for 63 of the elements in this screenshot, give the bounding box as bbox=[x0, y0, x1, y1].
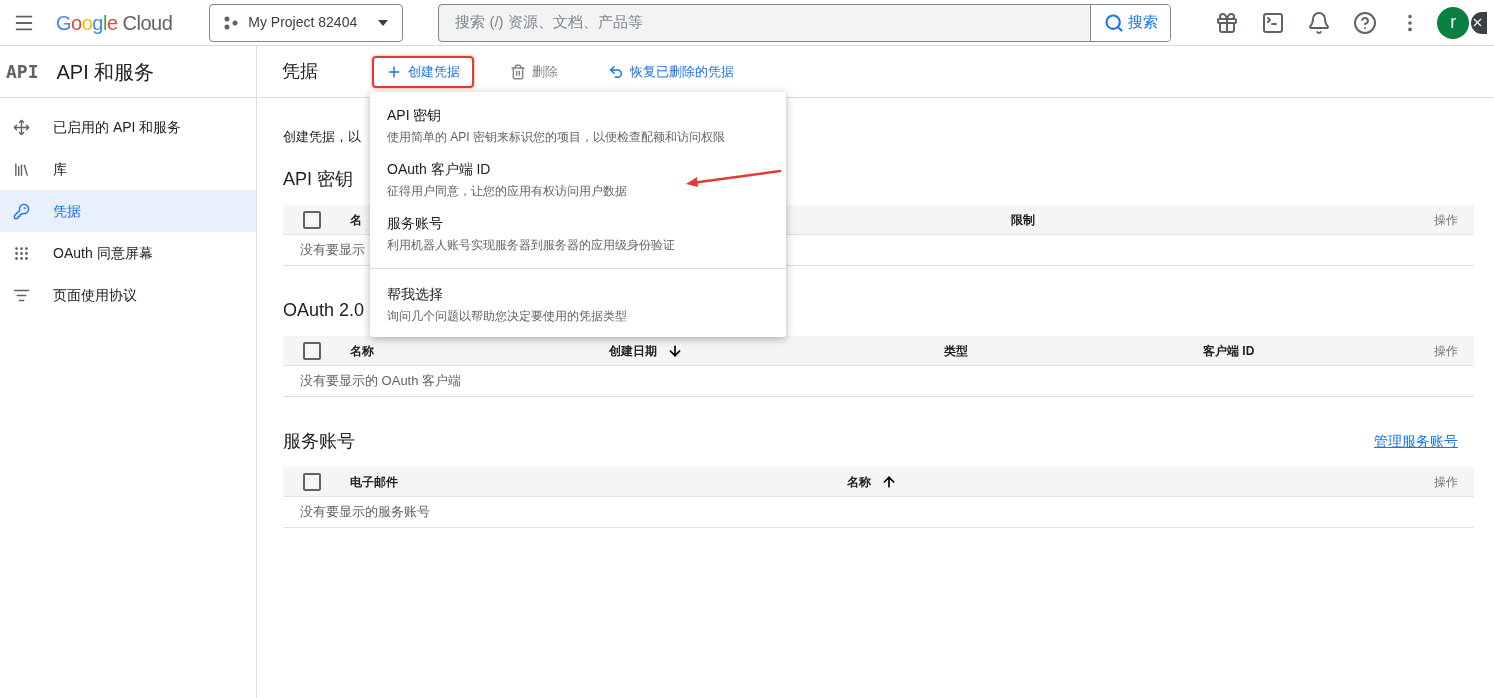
grid-dots-icon bbox=[13, 244, 30, 262]
search-button[interactable]: 搜索 bbox=[1090, 4, 1171, 41]
menu-item[interactable]: 服务账号 利用机器人账号实现服务器到服务器的应用级身份验证 bbox=[370, 206, 786, 260]
menu-item[interactable]: 帮我选择 询问几个问题以帮助您决定要使用的凭据类型 bbox=[370, 277, 786, 331]
gift-icon[interactable] bbox=[1215, 10, 1240, 35]
column-header: 电子邮件 bbox=[350, 473, 398, 491]
help-icon[interactable] bbox=[1353, 10, 1378, 35]
column-header: 名称 bbox=[350, 342, 374, 360]
column-header: 客户端 ID bbox=[1203, 342, 1255, 360]
menu-item-description: 征得用户同意，让您的应用有权访问用户数据 bbox=[387, 182, 627, 200]
column-header: 限制 bbox=[1011, 211, 1035, 229]
column-header[interactable]: 名称 bbox=[847, 472, 871, 491]
select-all-checkbox[interactable] bbox=[303, 210, 321, 229]
menu-item-title: OAuth 客户端 ID bbox=[387, 159, 491, 179]
sidebar-item[interactable]: 凭据 bbox=[0, 190, 256, 232]
column-header: 操作 bbox=[1434, 342, 1458, 360]
column-header: 名 bbox=[350, 211, 362, 229]
search-field[interactable]: 搜索 (/) 资源、文档、产品等 搜索 bbox=[438, 3, 1172, 42]
menu-item-title: 服务账号 bbox=[387, 213, 443, 233]
caret-icon bbox=[378, 19, 389, 26]
menu-item[interactable]: OAuth 客户端 ID 征得用户同意，让您的应用有权访问用户数据 bbox=[370, 152, 786, 206]
google-cloud-logo[interactable]: Google Cloud bbox=[56, 7, 173, 38]
page-title: 凭据 bbox=[282, 60, 319, 83]
menu-item-description: 询问几个问题以帮助您决定要使用的凭据类型 bbox=[387, 307, 627, 325]
sidebar-item[interactable]: OAuth 同意屏幕 bbox=[0, 232, 256, 274]
empty-message: 没有要显示 bbox=[300, 241, 365, 260]
project-icon bbox=[224, 15, 239, 30]
project-selector[interactable]: My Project 82404 bbox=[209, 3, 404, 42]
menu-item-description: 使用简单的 API 密钥来标识您的项目，以便检查配额和访问权限 bbox=[387, 128, 725, 146]
trash-icon bbox=[510, 63, 526, 80]
close-icon[interactable] bbox=[1471, 11, 1488, 34]
section-heading: 服务账号 bbox=[283, 429, 355, 453]
terminal-icon[interactable] bbox=[1261, 10, 1286, 35]
library-icon bbox=[13, 160, 30, 178]
toolbar-button[interactable]: 创建凭据 bbox=[372, 55, 474, 88]
api-logo-text: API bbox=[6, 60, 39, 84]
undo-icon bbox=[608, 63, 624, 80]
user-avatar[interactable]: r bbox=[1437, 6, 1470, 39]
sidebar-item[interactable]: 页面使用协议 bbox=[0, 274, 256, 316]
sidebar-item[interactable]: 库 bbox=[0, 148, 256, 190]
section-title: API 和服务 bbox=[56, 59, 155, 85]
key-icon bbox=[13, 202, 30, 220]
empty-message: 没有要显示的 OAuth 客户端 bbox=[300, 372, 462, 391]
manage-link[interactable]: 管理服务账号 bbox=[1374, 430, 1474, 452]
toolbar-button[interactable]: 恢复已删除的凭据 bbox=[594, 55, 748, 88]
description-text: 创建凭据，以 bbox=[283, 129, 361, 144]
select-all-checkbox[interactable] bbox=[303, 341, 321, 360]
empty-message: 没有要显示的服务账号 bbox=[300, 503, 430, 522]
menu-item[interactable]: API 密钥 使用简单的 API 密钥来标识您的项目，以便检查配额和访问权限 bbox=[370, 98, 786, 152]
menu-item-title: 帮我选择 bbox=[387, 284, 443, 304]
menu-item-description: 利用机器人账号实现服务器到服务器的应用级身份验证 bbox=[387, 236, 675, 254]
search-icon bbox=[1103, 12, 1124, 33]
select-all-checkbox[interactable] bbox=[303, 472, 321, 491]
column-header: 类型 bbox=[944, 342, 968, 360]
section-heading: API 密钥 bbox=[283, 167, 353, 191]
sidebar-item[interactable]: 已启用的 API 和服务 bbox=[0, 106, 256, 148]
column-header: 操作 bbox=[1434, 473, 1458, 491]
column-header[interactable]: 创建日期 bbox=[609, 341, 657, 360]
column-header: 操作 bbox=[1434, 211, 1458, 229]
menu-item-title: API 密钥 bbox=[387, 105, 442, 125]
section-heading: OAuth 2.0 bbox=[283, 298, 365, 322]
notifications-icon[interactable] bbox=[1307, 10, 1332, 35]
move-icon bbox=[13, 118, 30, 136]
